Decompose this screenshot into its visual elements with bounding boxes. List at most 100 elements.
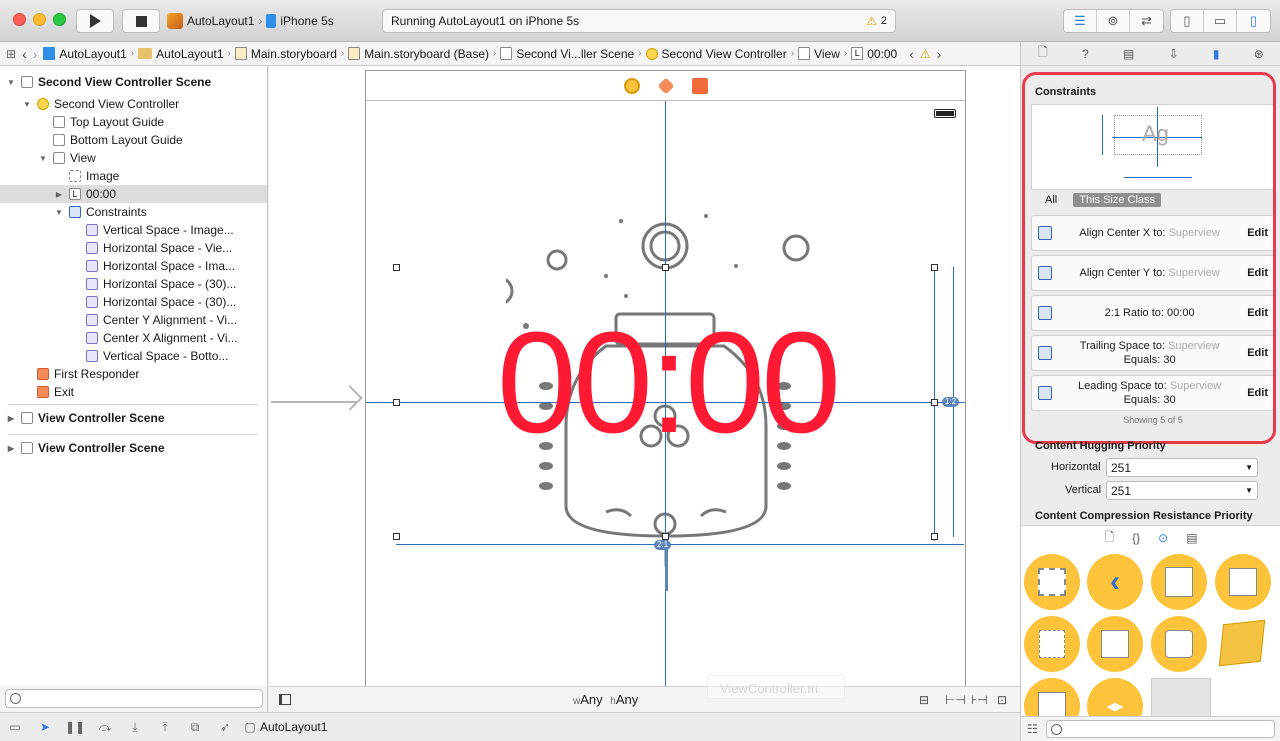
outline-row-image[interactable]: Image — [0, 167, 267, 185]
jumpbar-view[interactable]: View — [795, 47, 843, 61]
resize-handle[interactable] — [662, 533, 669, 540]
next-issue-button[interactable]: › — [934, 46, 945, 62]
size-class-control[interactable]: wAny hAny — [573, 692, 638, 707]
outline-toggle-icon[interactable] — [279, 694, 291, 705]
table-view-controller-tile[interactable] — [1151, 554, 1207, 610]
object-library-icon[interactable]: ⊙ — [1158, 531, 1168, 545]
jumpbar-group[interactable]: AutoLayout1 — [135, 47, 226, 61]
outline-row-scene[interactable]: ▶ View Controller Scene — [0, 439, 267, 457]
disclosure-right-icon[interactable]: ▶ — [6, 444, 16, 453]
stop-button[interactable] — [122, 9, 160, 33]
assistant-editor-icon[interactable]: ⊚ — [1097, 10, 1130, 32]
close-window-button[interactable] — [13, 13, 26, 26]
object-tile[interactable] — [1215, 616, 1269, 670]
first-responder-icon[interactable] — [657, 77, 674, 94]
disclosure-down-icon[interactable]: ▼ — [38, 154, 48, 163]
editor-mode-segment[interactable]: ☰ ⊚ ⇄ — [1063, 9, 1164, 33]
outline-row-view[interactable]: ▼ View — [0, 149, 267, 167]
run-button[interactable] — [76, 9, 114, 33]
ratio-badge[interactable]: 1:2 — [942, 397, 960, 407]
previous-issue-button[interactable]: ‹ — [906, 46, 917, 62]
code-snippet-icon[interactable]: {} — [1132, 531, 1140, 545]
outline-row-constraint[interactable]: Horizontal Space - (30)... — [0, 293, 267, 311]
utilities-toggle-icon[interactable]: ▯ — [1237, 10, 1270, 32]
related-items-icon[interactable]: ⊞ — [0, 47, 19, 61]
view-controller-frame[interactable]: 00:00 1:2 2:1 — [365, 70, 966, 686]
pause-icon[interactable]: ❚❚ — [60, 720, 90, 734]
library-filter-field[interactable] — [1045, 720, 1275, 738]
view-controller-icon[interactable] — [623, 77, 640, 94]
outline-row-label[interactable]: ▶ L 00:00 — [0, 185, 267, 203]
view-toggle-segment[interactable]: ▯ ▭ ▯ — [1170, 9, 1271, 33]
resize-handle[interactable] — [662, 264, 669, 271]
ratio-badge-bottom[interactable]: 2:1 — [654, 540, 672, 550]
outline-row-constraint[interactable]: Horizontal Space - (30)... — [0, 275, 267, 293]
jumpbar-label[interactable]: L 00:00 — [848, 47, 900, 61]
navigation-controller-tile[interactable]: ‹ — [1087, 554, 1143, 610]
outline-row-first-responder[interactable]: First Responder — [0, 365, 267, 383]
tab-bar-controller-tile[interactable] — [1215, 554, 1271, 610]
disclosure-down-icon[interactable]: ▼ — [54, 208, 64, 217]
resize-handle[interactable] — [393, 399, 400, 406]
disclosure-right-icon[interactable]: ▶ — [54, 190, 64, 199]
forward-button[interactable]: › — [30, 46, 41, 62]
standard-editor-icon[interactable]: ☰ — [1064, 10, 1097, 32]
resolve-issues-icon[interactable]: ⊦⊣ — [971, 693, 988, 707]
outline-row-second-scene[interactable]: ▼ Second View Controller Scene — [0, 73, 267, 91]
outline-row-constraint[interactable]: Center Y Alignment - Vi... — [0, 311, 267, 329]
disclosure-down-icon[interactable]: ▼ — [6, 78, 16, 87]
debug-area-toggle-icon[interactable]: ▭ — [1204, 10, 1237, 32]
outline-row-bottom-layout-guide[interactable]: Bottom Layout Guide — [0, 131, 267, 149]
resize-handle[interactable] — [931, 399, 938, 406]
view-debugger-icon[interactable]: ⧉ — [180, 720, 210, 735]
disclosure-right-icon[interactable]: ▶ — [6, 414, 16, 423]
align-icon[interactable]: ⊟ — [919, 693, 929, 707]
quick-help-icon[interactable]: ? — [1082, 47, 1089, 61]
horizontal-priority-field[interactable]: 251 ▼ — [1106, 458, 1258, 477]
list-view-icon[interactable]: ☷ — [1027, 722, 1038, 736]
outline-row-constraint[interactable]: Vertical Space - Botto... — [0, 347, 267, 365]
outline-row-constraint[interactable]: Vertical Space - Image... — [0, 221, 267, 239]
outline-row-second-controller[interactable]: ▼ Second View Controller — [0, 95, 267, 113]
jumpbar-storyboard[interactable]: Main.storyboard — [232, 47, 340, 61]
debug-target-label[interactable]: AutoLayout1 — [260, 720, 327, 734]
step-in-icon[interactable]: ⤓ — [120, 720, 150, 735]
zoom-window-button[interactable] — [53, 13, 66, 26]
resize-handle[interactable] — [393, 533, 400, 540]
size-inspector-icon[interactable]: ▮ — [1213, 47, 1220, 61]
vertical-priority-field[interactable]: 251 ▼ — [1106, 481, 1258, 500]
outline-row-constraint[interactable]: Horizontal Space - Vie... — [0, 239, 267, 257]
connections-inspector-icon[interactable]: ⊛ — [1254, 47, 1264, 61]
storyboard-canvas[interactable]: 00:00 1:2 2:1 — [269, 66, 1020, 686]
identity-inspector-icon[interactable]: ▤ — [1123, 47, 1134, 61]
breakpoints-icon[interactable]: ➤ — [30, 720, 60, 734]
glkit-view-controller-tile[interactable] — [1151, 616, 1207, 672]
split-view-controller-tile[interactable] — [1024, 616, 1080, 672]
resize-handle[interactable] — [931, 533, 938, 540]
outline-row-exit[interactable]: Exit — [0, 383, 267, 401]
step-over-icon[interactable]: ⤼ — [90, 720, 120, 735]
warning-indicator[interactable]: ⚠ 2 — [866, 14, 887, 28]
time-label[interactable]: 00:00 — [442, 311, 892, 455]
hide-debug-area-icon[interactable]: ▭ — [0, 720, 30, 734]
outline-row-top-layout-guide[interactable]: Top Layout Guide — [0, 113, 267, 131]
location-icon[interactable]: ➶ — [210, 720, 240, 734]
file-inspector-icon[interactable]: 🗋 — [1038, 43, 1048, 64]
jumpbar-project[interactable]: AutoLayout1 — [40, 47, 129, 61]
exit-icon[interactable] — [691, 77, 708, 94]
pin-icon[interactable]: ⊢⊣ — [945, 693, 966, 707]
outline-filter-field[interactable] — [5, 689, 263, 708]
jumpbar-scene[interactable]: Second Vi...ller Scene — [497, 47, 637, 61]
resizing-behavior-icon[interactable]: ⊡ — [997, 693, 1007, 707]
resize-handle[interactable] — [931, 264, 938, 271]
jumpbar-storyboard-base[interactable]: Main.storyboard (Base) — [345, 47, 492, 61]
version-editor-icon[interactable]: ⇄ — [1130, 10, 1163, 32]
minimize-window-button[interactable] — [33, 13, 46, 26]
step-out-icon[interactable]: ⤒ — [150, 720, 180, 735]
resize-handle[interactable] — [393, 264, 400, 271]
view-controller-tile[interactable] — [1024, 554, 1080, 610]
outline-row-constraint[interactable]: Horizontal Space - Ima... — [0, 257, 267, 275]
file-template-icon[interactable]: 🗋 — [1104, 528, 1114, 549]
jumpbar-controller[interactable]: Second View Controller — [643, 47, 790, 61]
outline-row-constraint[interactable]: Center X Alignment - Vi... — [0, 329, 267, 347]
